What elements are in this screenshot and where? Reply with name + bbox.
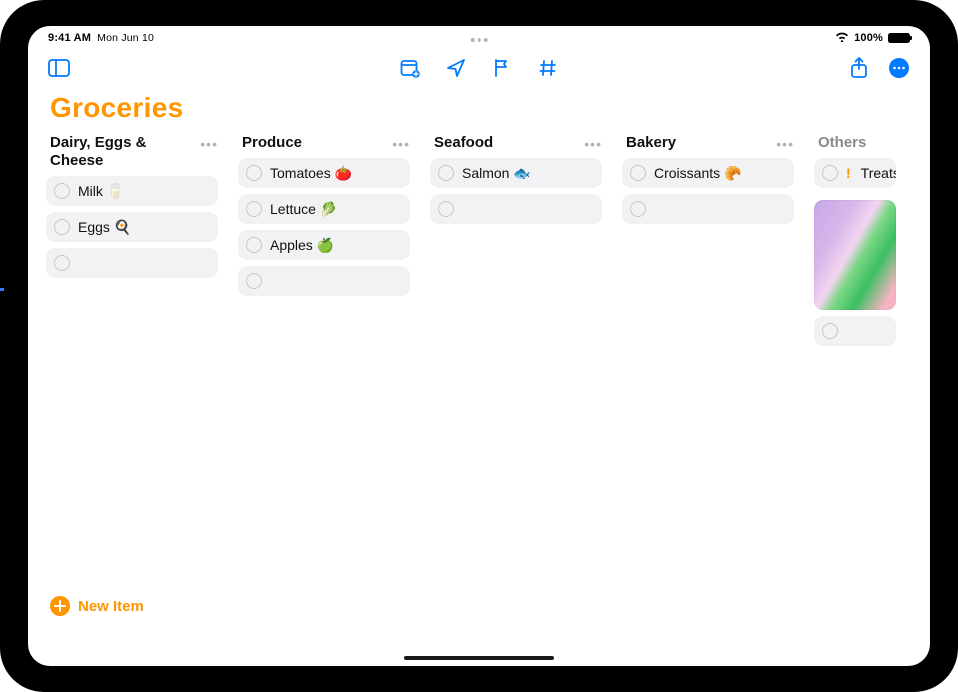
- column-header[interactable]: Produce •••: [232, 132, 416, 158]
- plus-circle-icon: [50, 596, 70, 616]
- sidebar-toggle-button[interactable]: [46, 55, 72, 81]
- column-dairy: Dairy, Eggs & Cheese ••• Milk 🥛 Eggs 🍳: [40, 132, 224, 666]
- reminder-item[interactable]: ! Treats for t: [814, 158, 896, 188]
- column-bakery: Bakery ••• Croissants 🥐: [616, 132, 800, 666]
- reminder-label: Tomatoes 🍅: [270, 165, 352, 182]
- reminder-label: Milk 🥛: [78, 183, 124, 200]
- ellipsis-icon[interactable]: •••: [776, 134, 794, 152]
- column-cards: Croissants 🥐: [616, 158, 800, 224]
- status-right: 100%: [835, 31, 910, 45]
- new-item-label: New Item: [78, 598, 144, 615]
- complete-radio[interactable]: [246, 165, 262, 181]
- complete-radio[interactable]: [630, 201, 646, 217]
- toolbar-right: [846, 55, 912, 81]
- reminder-item[interactable]: Salmon 🐟: [430, 158, 602, 188]
- column-title: Others: [818, 134, 866, 152]
- wifi-icon: [835, 31, 849, 45]
- column-cards: Tomatoes 🍅 Lettuce 🥬 Apples 🍏: [232, 158, 416, 296]
- reminder-label: Apples 🍏: [270, 237, 334, 254]
- column-header[interactable]: Others: [808, 132, 902, 158]
- complete-radio[interactable]: [54, 183, 70, 199]
- priority-indicator: !: [846, 165, 851, 181]
- reminder-item[interactable]: Tomatoes 🍅: [238, 158, 410, 188]
- column-produce: Produce ••• Tomatoes 🍅 Lettuce 🥬 Apples …: [232, 132, 416, 666]
- toolbar-center: [397, 55, 561, 81]
- column-cards: Salmon 🐟: [424, 158, 608, 224]
- battery-icon: [888, 33, 910, 43]
- column-header[interactable]: Seafood •••: [424, 132, 608, 158]
- list-title: Groceries: [50, 92, 908, 124]
- column-title: Seafood: [434, 134, 493, 152]
- share-button[interactable]: [846, 55, 872, 81]
- new-reminder-row[interactable]: [622, 194, 794, 224]
- status-left: 9:41 AM Mon Jun 10: [48, 32, 154, 44]
- status-time: 9:41 AM: [48, 32, 91, 44]
- screen: 9:41 AM Mon Jun 10 100%: [28, 26, 930, 666]
- flag-button[interactable]: [489, 55, 515, 81]
- side-indicator: [0, 288, 4, 291]
- column-title: Produce: [242, 134, 302, 152]
- device-frame: 9:41 AM Mon Jun 10 100%: [0, 0, 958, 692]
- new-reminder-row[interactable]: [430, 194, 602, 224]
- complete-radio[interactable]: [54, 255, 70, 271]
- complete-radio[interactable]: [246, 201, 262, 217]
- more-button[interactable]: [886, 55, 912, 81]
- ellipsis-icon[interactable]: •••: [200, 134, 218, 152]
- reminder-label: Lettuce 🥬: [270, 201, 337, 218]
- column-title: Bakery: [626, 134, 676, 152]
- complete-radio[interactable]: [822, 323, 838, 339]
- complete-radio[interactable]: [246, 273, 262, 289]
- complete-radio[interactable]: [438, 165, 454, 181]
- status-bar: 9:41 AM Mon Jun 10 100%: [28, 26, 930, 48]
- status-date: Mon Jun 10: [97, 32, 154, 44]
- column-cards: ! Treats for t: [808, 158, 902, 346]
- ellipsis-icon[interactable]: •••: [392, 134, 410, 152]
- reminder-label: Eggs 🍳: [78, 219, 131, 236]
- board[interactable]: Dairy, Eggs & Cheese ••• Milk 🥛 Eggs 🍳 P…: [28, 132, 930, 666]
- battery-percent: 100%: [854, 32, 883, 44]
- location-button[interactable]: [443, 55, 469, 81]
- column-cards: Milk 🥛 Eggs 🍳: [40, 176, 224, 278]
- reminder-label: Salmon 🐟: [462, 165, 531, 182]
- multitask-dots[interactable]: [471, 38, 488, 42]
- attachment-thumbnail[interactable]: [814, 200, 896, 310]
- calendar-add-button[interactable]: [397, 55, 423, 81]
- tag-button[interactable]: [535, 55, 561, 81]
- column-title: Dairy, Eggs & Cheese: [50, 134, 200, 170]
- reminder-item[interactable]: Milk 🥛: [46, 176, 218, 206]
- reminder-label: Treats for t: [861, 165, 896, 181]
- complete-radio[interactable]: [54, 219, 70, 235]
- column-seafood: Seafood ••• Salmon 🐟: [424, 132, 608, 666]
- column-others: Others ! Treats for t: [808, 132, 902, 666]
- title-row: Groceries: [28, 88, 930, 132]
- home-indicator[interactable]: [404, 656, 554, 661]
- new-item-button[interactable]: New Item: [50, 596, 144, 616]
- reminder-label: Croissants 🥐: [654, 165, 741, 182]
- reminder-item[interactable]: Apples 🍏: [238, 230, 410, 260]
- complete-radio[interactable]: [246, 237, 262, 253]
- toolbar: [28, 48, 930, 88]
- reminder-item[interactable]: Croissants 🥐: [622, 158, 794, 188]
- reminder-item[interactable]: Eggs 🍳: [46, 212, 218, 242]
- complete-radio[interactable]: [822, 165, 838, 181]
- complete-radio[interactable]: [438, 201, 454, 217]
- column-header[interactable]: Bakery •••: [616, 132, 800, 158]
- new-reminder-row[interactable]: [238, 266, 410, 296]
- new-reminder-row[interactable]: [814, 316, 896, 346]
- complete-radio[interactable]: [630, 165, 646, 181]
- new-reminder-row[interactable]: [46, 248, 218, 278]
- column-header[interactable]: Dairy, Eggs & Cheese •••: [40, 132, 224, 176]
- reminder-item[interactable]: Lettuce 🥬: [238, 194, 410, 224]
- ellipsis-icon[interactable]: •••: [584, 134, 602, 152]
